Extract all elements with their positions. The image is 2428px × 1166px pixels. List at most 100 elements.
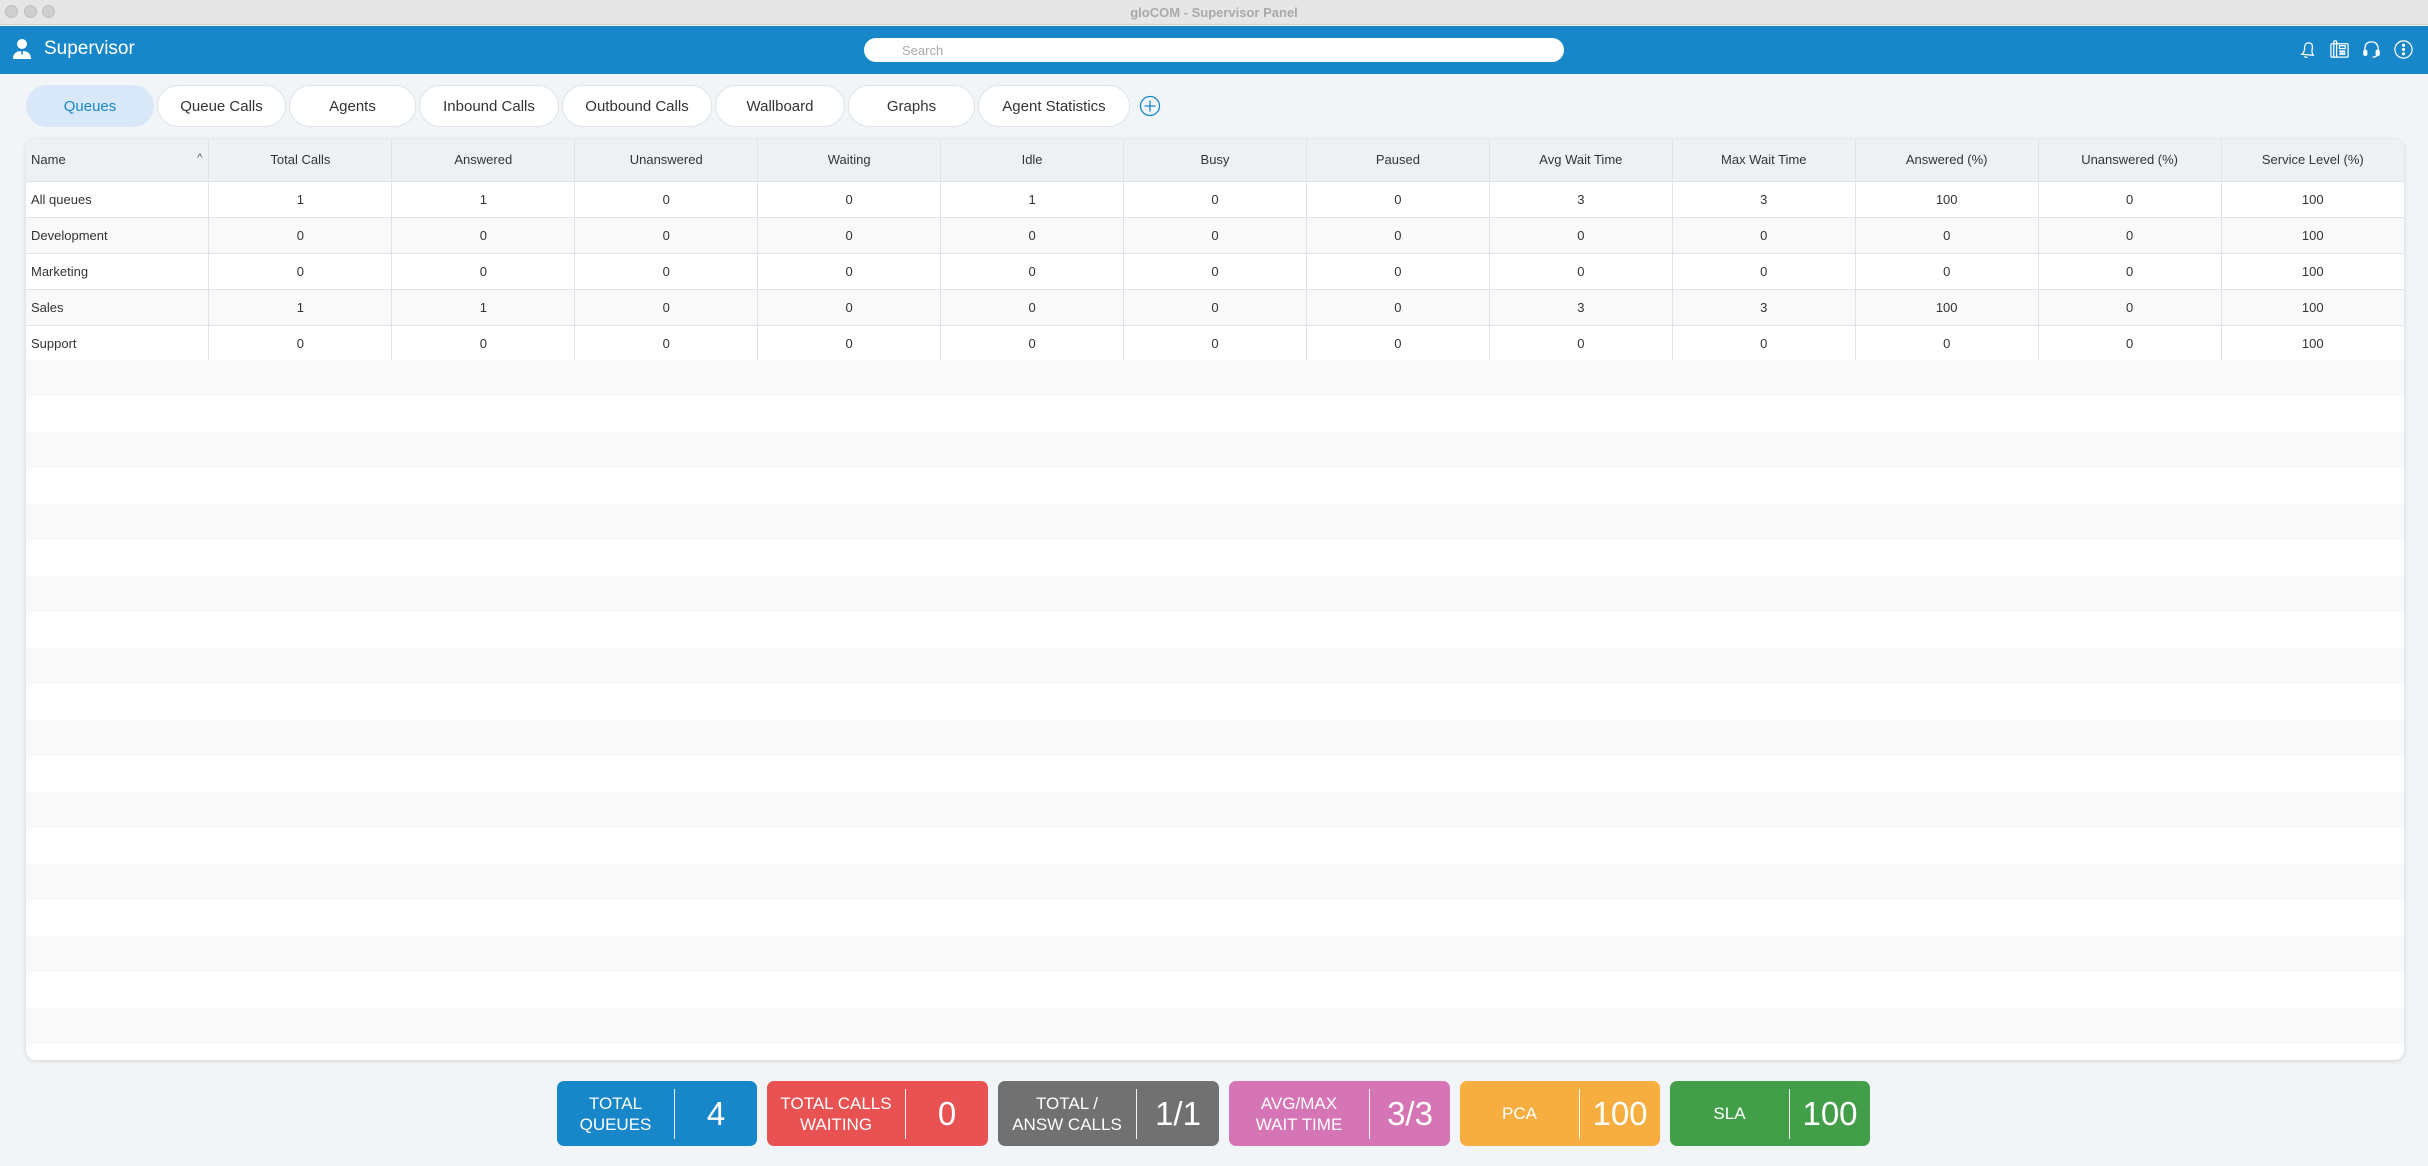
stat-label: TOTAL CALLS WAITING xyxy=(780,1093,892,1134)
table-cell: 0 xyxy=(757,217,942,254)
bell-icon xyxy=(2299,42,2315,59)
table-row[interactable]: Development 0 0 0 0 0 0 0 0 0 0 0 100 xyxy=(26,217,2404,254)
desk-phone-button[interactable] xyxy=(2329,39,2350,60)
notifications-button[interactable] xyxy=(2297,39,2318,60)
stat-value: 3/3 xyxy=(1387,1094,1433,1132)
table-cell: 0 xyxy=(391,253,576,290)
app-name: Supervisor xyxy=(44,38,135,59)
table-row[interactable]: Support 0 0 0 0 0 0 0 0 0 0 0 100 xyxy=(26,325,2404,362)
table-row[interactable]: All queues 1 1 0 0 1 0 0 3 3 100 0 100 xyxy=(26,181,2404,218)
stat-sla: SLA 100 xyxy=(1670,1081,1870,1146)
table-cell: 0 xyxy=(1123,289,1307,326)
stat-value: 0 xyxy=(937,1094,957,1132)
tab-queue-calls[interactable]: Queue Calls xyxy=(157,85,286,127)
table-cell: 0 xyxy=(574,325,759,362)
window-titlebar: gloCOM - Supervisor Panel xyxy=(0,0,2428,25)
stat-avg-max-wait-time: AVG/MAX WAIT TIME 3/3 xyxy=(1229,1081,1450,1146)
table-cell: 1 xyxy=(208,181,393,218)
column-header-unanswered-pct[interactable]: Unanswered (%) xyxy=(2038,139,2222,182)
table-cell: 0 xyxy=(2038,289,2222,326)
table-cell: 0 xyxy=(757,325,942,362)
queue-name-cell: Support xyxy=(26,325,210,362)
table-cell: 0 xyxy=(1306,181,1490,218)
table-cell: 3 xyxy=(1672,181,1856,218)
headset-button[interactable] xyxy=(2361,39,2382,60)
tab-agent-statistics[interactable]: Agent Statistics xyxy=(978,85,1130,127)
column-header-waiting[interactable]: Waiting xyxy=(757,139,942,182)
stat-label: SLA xyxy=(1713,1104,1746,1123)
table-cell: 1 xyxy=(208,289,393,326)
stat-label: PCA xyxy=(1502,1104,1537,1123)
stat-label: TOTAL / ANSW CALLS xyxy=(1012,1093,1122,1134)
table-cell: 0 xyxy=(940,325,1125,362)
queue-name-cell: Marketing xyxy=(26,253,210,290)
stat-value: 100 xyxy=(1802,1094,1858,1132)
table-cell: 0 xyxy=(1489,253,1673,290)
summary-stats: TOTAL QUEUES 4 TOTAL CALLS WAITING 0 TOT… xyxy=(557,1081,1870,1146)
tab-inbound-calls[interactable]: Inbound Calls xyxy=(419,85,559,127)
stat-total-calls-waiting: TOTAL CALLS WAITING 0 xyxy=(767,1081,988,1146)
queues-table: Name ^ Total Calls Answered Unanswered Wa… xyxy=(26,139,2404,362)
tab-agents[interactable]: Agents xyxy=(289,85,416,127)
table-cell: 0 xyxy=(1855,253,2039,290)
table-cell: 0 xyxy=(1306,217,1490,254)
add-tab-icon[interactable] xyxy=(1139,95,1161,117)
tab-outbound-calls[interactable]: Outbound Calls xyxy=(562,85,712,127)
table-cell: 0 xyxy=(391,325,576,362)
table-cell: 0 xyxy=(208,217,393,254)
column-header-idle[interactable]: Idle xyxy=(940,139,1125,182)
header-toolbar xyxy=(2297,39,2414,60)
table-cell: 100 xyxy=(2221,253,2404,290)
table-header-row: Name ^ Total Calls Answered Unanswered Wa… xyxy=(26,139,2404,182)
tab-graphs[interactable]: Graphs xyxy=(848,85,975,127)
table-cell: 0 xyxy=(1306,325,1490,362)
stat-label: TOTAL QUEUES xyxy=(579,1093,652,1134)
column-header-busy[interactable]: Busy xyxy=(1123,139,1307,182)
sort-ascending-icon[interactable]: ^ xyxy=(197,152,202,164)
table-cell: 100 xyxy=(2221,217,2404,254)
column-header-max-wait-time[interactable]: Max Wait Time xyxy=(1672,139,1856,182)
table-cell: 0 xyxy=(574,289,759,326)
view-tabs: Queues Queue Calls Agents Inbound Calls … xyxy=(26,85,1161,127)
table-row[interactable]: Sales 1 1 0 0 0 0 0 3 3 100 0 100 xyxy=(26,289,2404,326)
table-cell: 0 xyxy=(1855,217,2039,254)
table-cell: 0 xyxy=(940,289,1125,326)
search-input[interactable] xyxy=(864,38,1564,62)
column-header-avg-wait-time[interactable]: Avg Wait Time xyxy=(1489,139,1673,182)
column-header-name[interactable]: Name ^ xyxy=(26,139,210,182)
column-header-unanswered[interactable]: Unanswered xyxy=(574,139,759,182)
queues-table-card: Name ^ Total Calls Answered Unanswered Wa… xyxy=(26,139,2404,1060)
table-cell: 0 xyxy=(940,253,1125,290)
table-cell: 0 xyxy=(1672,325,1856,362)
column-header-answered-pct[interactable]: Answered (%) xyxy=(1855,139,2039,182)
table-cell: 1 xyxy=(940,181,1125,218)
table-cell: 0 xyxy=(574,181,759,218)
table-cell: 1 xyxy=(391,181,576,218)
column-header-paused[interactable]: Paused xyxy=(1306,139,1490,182)
table-cell: 0 xyxy=(1489,325,1673,362)
table-cell: 0 xyxy=(391,217,576,254)
app-identity: Supervisor xyxy=(12,38,135,60)
table-cell: 100 xyxy=(2221,289,2404,326)
tab-queues[interactable]: Queues xyxy=(26,85,154,127)
column-header-answered[interactable]: Answered xyxy=(391,139,576,182)
table-cell: 0 xyxy=(1489,217,1673,254)
table-cell: 0 xyxy=(1672,253,1856,290)
table-cell: 0 xyxy=(208,253,393,290)
table-cell: 0 xyxy=(574,217,759,254)
table-cell: 3 xyxy=(1672,289,1856,326)
column-header-service-level-pct[interactable]: Service Level (%) xyxy=(2221,139,2404,182)
column-header-total-calls[interactable]: Total Calls xyxy=(208,139,393,182)
tab-wallboard[interactable]: Wallboard xyxy=(715,85,845,127)
more-info-button[interactable] xyxy=(2393,39,2414,60)
table-cell: 0 xyxy=(208,325,393,362)
table-row[interactable]: Marketing 0 0 0 0 0 0 0 0 0 0 0 100 xyxy=(26,253,2404,290)
supervisor-user-icon xyxy=(13,39,31,59)
stat-value: 1/1 xyxy=(1155,1094,1201,1132)
queue-name-cell: Sales xyxy=(26,289,210,326)
table-cell: 0 xyxy=(2038,325,2222,362)
stat-value: 4 xyxy=(706,1094,726,1132)
table-cell: 100 xyxy=(2221,181,2404,218)
queue-name-cell: All queues xyxy=(26,181,210,218)
table-cell: 0 xyxy=(2038,217,2222,254)
